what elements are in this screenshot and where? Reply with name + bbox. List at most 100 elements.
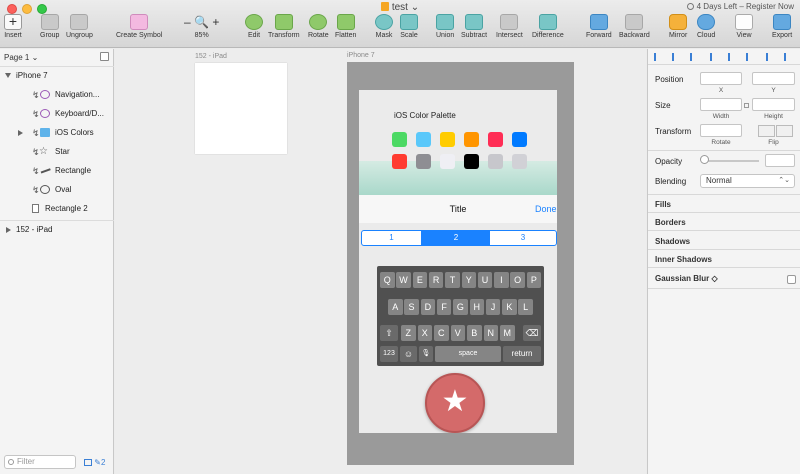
height-field[interactable] <box>752 98 795 111</box>
key-z[interactable]: Z <box>401 325 416 341</box>
insert-button[interactable]: + Insert <box>4 14 22 39</box>
align-middle-icon[interactable] <box>728 53 737 61</box>
key-n[interactable]: N <box>483 325 498 341</box>
borders-section[interactable]: Borders <box>655 218 686 227</box>
edit-filter-icon[interactable]: ✎ <box>94 458 101 467</box>
align-left-icon[interactable] <box>654 53 663 61</box>
zoom-in-button[interactable]: + <box>212 15 219 29</box>
intersect-button[interactable]: Intersect <box>496 14 523 39</box>
trial-notice[interactable]: 4 Days Left – Register Now <box>686 2 794 11</box>
transform-button[interactable]: Transform <box>268 14 300 39</box>
layer-iphone-7[interactable]: iPhone 7 <box>0 67 114 85</box>
key-v[interactable]: V <box>450 325 465 341</box>
view-button[interactable]: View <box>735 14 753 39</box>
export-button[interactable]: Export <box>772 14 792 39</box>
align-center-icon[interactable] <box>672 53 681 61</box>
layer-152-ipad[interactable]: 152 - iPad <box>0 221 114 239</box>
key-r[interactable]: R <box>428 272 444 288</box>
disclosure-right-icon[interactable] <box>18 130 23 136</box>
segment-2[interactable]: 2 <box>422 231 490 245</box>
position-y-field[interactable] <box>752 72 795 85</box>
key-j[interactable]: J <box>485 299 501 315</box>
page-selector[interactable]: Page 1 ⌄ <box>4 53 38 62</box>
align-bottom-icon[interactable] <box>746 53 755 61</box>
color-swatch[interactable] <box>416 154 431 169</box>
opacity-slider-track[interactable] <box>701 160 759 162</box>
rotate-button[interactable]: Rotate <box>308 14 329 39</box>
nav-done-button[interactable]: Done <box>535 204 557 214</box>
zoom-out-button[interactable]: – <box>184 15 191 29</box>
key-h[interactable]: H <box>469 299 484 315</box>
shift-key[interactable]: ⇧ <box>380 325 398 341</box>
symbols-filter-icon[interactable] <box>84 459 92 466</box>
layer-oval[interactable]: ↯ Oval <box>0 181 114 199</box>
subtract-button[interactable]: Subtract <box>461 14 487 39</box>
color-swatch[interactable] <box>464 154 479 169</box>
key-x[interactable]: X <box>417 325 432 341</box>
distribute-horizontal-icon[interactable] <box>766 53 775 61</box>
opacity-field[interactable] <box>765 154 795 167</box>
key-i[interactable]: I <box>494 272 509 288</box>
group-button[interactable]: Group <box>40 14 59 39</box>
layer-navigation[interactable]: ↯ Navigation... <box>0 86 114 104</box>
segment-3[interactable]: 3 <box>490 231 556 245</box>
key-s[interactable]: S <box>404 299 419 315</box>
cloud-button[interactable]: Cloud <box>697 14 715 39</box>
gaussian-blur-section[interactable]: Gaussian Blur ◇ <box>655 274 718 283</box>
key-g[interactable]: G <box>453 299 468 315</box>
union-button[interactable]: Union <box>436 14 454 39</box>
disclosure-right-icon[interactable] <box>6 227 11 233</box>
color-swatch[interactable] <box>440 132 455 147</box>
emoji-key[interactable]: ☺ <box>400 346 417 362</box>
key-a[interactable]: A <box>388 299 403 315</box>
shadows-section[interactable]: Shadows <box>655 237 690 246</box>
inner-shadows-section[interactable]: Inner Shadows <box>655 255 712 264</box>
color-swatch[interactable] <box>464 132 479 147</box>
pages-toggle-button[interactable] <box>100 52 109 61</box>
color-swatch[interactable] <box>392 132 407 147</box>
color-swatch[interactable] <box>512 132 527 147</box>
segmented-control[interactable]: 1 2 3 <box>361 230 557 246</box>
layer-rectangle-2[interactable]: Rectangle 2 <box>0 200 114 218</box>
key-e[interactable]: E <box>412 272 428 288</box>
segment-1[interactable]: 1 <box>362 231 421 245</box>
flip-horizontal-button[interactable] <box>758 125 775 137</box>
opacity-slider-handle[interactable] <box>700 155 709 164</box>
lock-icon[interactable] <box>744 103 749 108</box>
fills-section[interactable]: Fills <box>655 200 671 209</box>
return-key[interactable]: return <box>503 346 541 362</box>
difference-button[interactable]: Difference <box>532 14 564 39</box>
scale-button[interactable]: Scale <box>400 14 418 39</box>
key-w[interactable]: W <box>396 272 411 288</box>
color-swatch[interactable] <box>512 154 527 169</box>
rotate-field[interactable] <box>700 124 742 137</box>
filter-input[interactable]: Filter <box>4 455 76 469</box>
layer-footer-tools[interactable]: ✎2 <box>84 458 105 467</box>
flatten-button[interactable]: Flatten <box>335 14 356 39</box>
key-p[interactable]: P <box>526 272 542 288</box>
align-right-icon[interactable] <box>690 53 699 61</box>
key-o[interactable]: O <box>510 272 525 288</box>
blending-select[interactable]: Normal ⌃⌄ <box>700 174 795 188</box>
color-swatch[interactable] <box>392 154 407 169</box>
ungroup-button[interactable]: Ungroup <box>66 14 93 39</box>
artboard-label-ipad[interactable]: 152 - iPad <box>195 53 227 60</box>
key-m[interactable]: M <box>500 325 515 341</box>
zoom-control[interactable]: – 🔍 +85% <box>184 14 219 39</box>
distribute-vertical-icon[interactable] <box>784 53 793 61</box>
layer-keyboard[interactable]: ↯ Keyboard/D... <box>0 105 114 123</box>
color-swatch[interactable] <box>488 154 503 169</box>
key-u[interactable]: U <box>477 272 493 288</box>
key-q[interactable]: Q <box>380 272 395 288</box>
artboard-label-iphone[interactable]: iPhone 7 <box>347 52 375 59</box>
width-field[interactable] <box>700 98 742 111</box>
color-swatch[interactable] <box>488 132 503 147</box>
key-c[interactable]: C <box>434 325 449 341</box>
gaussian-blur-checkbox[interactable] <box>787 275 796 284</box>
key-b[interactable]: B <box>467 325 482 341</box>
floating-action-button[interactable]: ★ <box>425 373 485 433</box>
artboard-iphone-7[interactable]: iOS Color Palette Title Done 1 2 3 ⇧ ⌫ 1… <box>347 62 574 465</box>
numbers-key[interactable]: 123 <box>380 346 398 362</box>
key-d[interactable]: D <box>420 299 436 315</box>
key-y[interactable]: Y <box>461 272 476 288</box>
